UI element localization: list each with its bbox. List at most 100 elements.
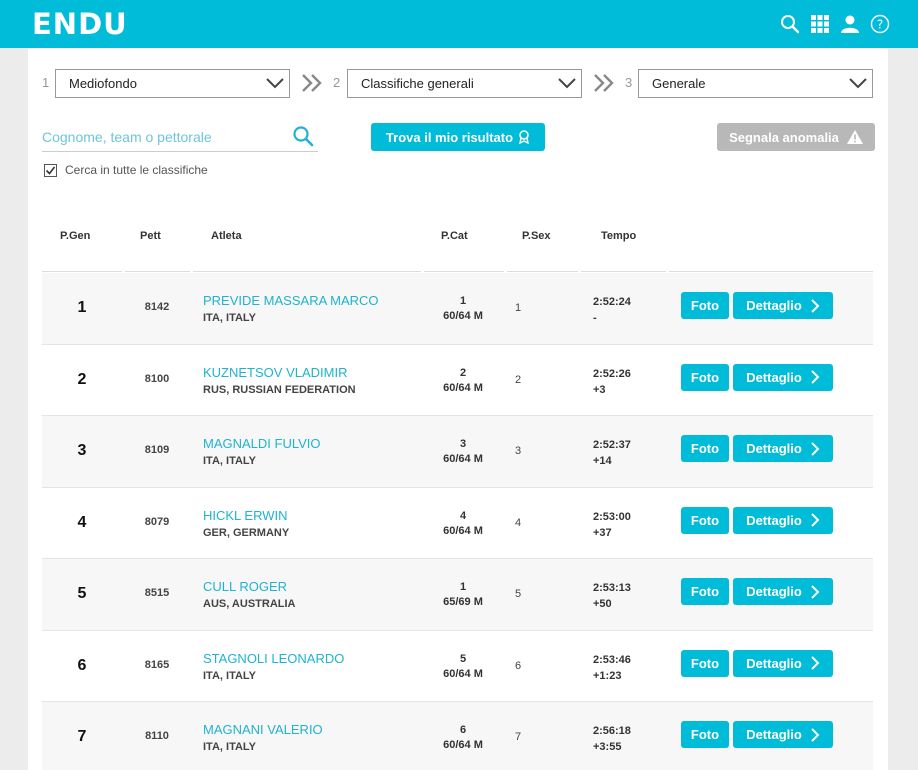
time-gap: +50 [593,598,612,610]
athlete-name-link[interactable]: STAGNOLI LEONARDO [203,651,344,666]
athlete-name-link[interactable]: CULL ROGER [203,579,295,594]
category-rank: 3 [459,438,467,450]
sex-position: 7 [515,731,522,743]
category-position: 1 60/64 M [422,294,504,324]
general-position: 5 [77,585,87,602]
time-gap: - [593,312,597,324]
search-all-option: Cerca in tutte le classifiche [44,163,208,177]
chevron-down-icon [849,78,867,89]
photo-button[interactable]: Foto [681,435,729,462]
athlete-name-link[interactable]: PREVIDE MASSARA MARCO [203,293,379,308]
table-row: 4 8079 HICKL ERWIN GER, GERMANY 4 60/64 M… [42,487,873,559]
time-gap: +3:55 [593,741,622,753]
race-select-value: Mediofondo [69,76,137,91]
sex-position: 5 [515,588,522,600]
header-pgen: P.Gen [60,230,91,242]
time-cell: 2:53:13 +50 [593,580,631,612]
general-position: 3 [77,442,87,459]
detail-label: Dettaglio [746,298,802,313]
grid-icon[interactable] [810,14,830,34]
detail-button[interactable]: Dettaglio [733,506,833,534]
general-position: 1 [77,299,87,316]
endu-logo[interactable]: ENDU [32,7,128,41]
search-icon[interactable] [292,125,314,147]
medal-icon [519,130,529,144]
time-cell: 2:52:24 - [593,294,631,326]
category-select[interactable]: Generale [638,69,873,98]
chevron-down-icon [558,78,576,89]
detail-button[interactable]: Dettaglio [733,363,833,391]
general-position: 2 [77,370,87,388]
race-select[interactable]: Mediofondo [55,69,290,98]
bib-number: 8109 [144,444,170,456]
detail-button[interactable]: Dettaglio [733,435,833,462]
finish-time: 2:53:00 [593,510,631,523]
header-divider [122,271,125,272]
header-tempo: Tempo [601,230,637,242]
bib-number: 8142 [144,301,170,313]
category-position: 5 60/64 M [422,652,504,682]
step-number-2: 2 [333,75,341,90]
photo-button[interactable]: Foto [681,578,729,605]
sex-position: 2 [515,373,522,386]
detail-label: Dettaglio [746,727,802,742]
header-divider [666,271,669,272]
search-input[interactable] [42,122,318,152]
category-select-value: Generale [652,76,706,91]
user-icon[interactable] [840,14,860,34]
help-icon[interactable]: ? [870,14,890,34]
category-name: 60/64 M [443,524,483,537]
ranking-type-select[interactable]: Classifiche generali [347,69,582,98]
category-position: 6 60/64 M [422,723,504,753]
athlete-nationality: ITA, ITALY [203,312,256,324]
bib-number: 8079 [144,515,170,528]
table-row: 6 8165 STAGNOLI LEONARDO ITA, ITALY 5 60/… [42,630,873,702]
report-anomaly-button[interactable]: Segnala anomalia [717,123,875,151]
bib-number: 8110 [145,730,169,742]
athlete-nationality: ITA, ITALY [203,455,256,467]
step-number-1: 1 [42,75,50,90]
sex-position: 6 [515,659,522,672]
athlete-nationality: GER, GERMANY [203,526,290,539]
photo-button[interactable]: Foto [681,292,729,319]
athlete-name-link[interactable]: MAGNANI VALERIO [203,722,323,737]
athlete-cell: MAGNALDI FULVIO ITA, ITALY [203,436,321,467]
detail-button[interactable]: Dettaglio [733,721,833,748]
search-icon[interactable] [780,14,800,34]
detail-label: Dettaglio [746,655,802,671]
double-chevron-icon [302,74,322,92]
table-row: 3 8109 MAGNALDI FULVIO ITA, ITALY 3 60/64… [42,416,873,488]
category-name: 60/64 M [443,667,483,680]
photo-button[interactable]: Foto [681,506,729,534]
athlete-name-link[interactable]: MAGNALDI FULVIO [203,436,321,451]
category-name: 60/64 M [443,310,483,322]
photo-button[interactable]: Foto [681,721,729,748]
category-rank: 1 [459,295,467,307]
general-position: 7 [77,728,87,745]
athlete-cell: PREVIDE MASSARA MARCO ITA, ITALY [203,293,379,324]
detail-button[interactable]: Dettaglio [733,649,833,677]
search-all-label: Cerca in tutte le classifiche [65,163,208,177]
detail-button[interactable]: Dettaglio [733,578,833,605]
category-name: 60/64 M [443,739,483,751]
category-name: 60/64 M [443,381,483,394]
results-table-body: 1 8142 PREVIDE MASSARA MARCO ITA, ITALY … [42,273,873,770]
sex-position: 4 [515,516,522,529]
category-position: 2 60/64 M [422,366,504,396]
detail-label: Dettaglio [746,441,802,456]
detail-button[interactable]: Dettaglio [733,292,833,319]
category-rank: 2 [459,366,467,379]
find-my-result-button[interactable]: Trova il mio risultato [371,123,545,151]
athlete-nationality: RUS, RUSSIAN FEDERATION [203,383,356,396]
bib-number: 8100 [144,372,170,385]
athlete-name-link[interactable]: HICKL ERWIN [203,508,289,523]
category-rank: 5 [459,652,467,665]
athlete-nationality: ITA, ITALY [203,669,256,682]
table-header: P.Gen Pett Atleta P.Cat P.Sex Tempo [42,218,873,272]
category-position: 3 60/64 M [422,437,504,467]
athlete-name-link[interactable]: KUZNETSOV VLADIMIR [203,365,356,380]
photo-button[interactable]: Foto [681,649,729,677]
search-all-checkbox[interactable] [44,163,57,177]
category-position: 4 60/64 M [422,509,504,539]
photo-button[interactable]: Foto [681,363,729,391]
